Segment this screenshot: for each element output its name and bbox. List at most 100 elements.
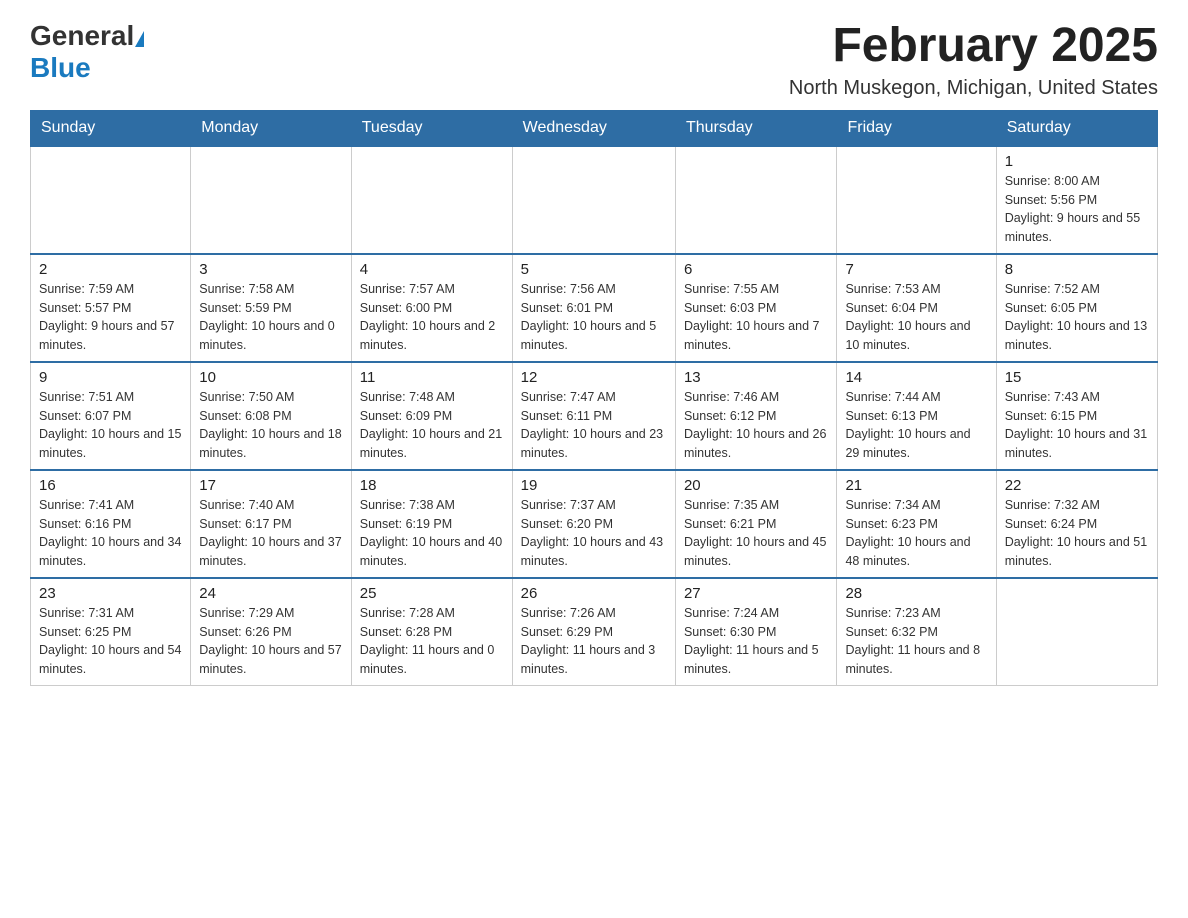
col-saturday: Saturday xyxy=(996,110,1157,146)
col-tuesday: Tuesday xyxy=(351,110,512,146)
calendar-cell: 8 Sunrise: 7:52 AMSunset: 6:05 PMDaylight… xyxy=(996,254,1157,362)
day-number: 16 xyxy=(39,477,182,494)
day-number: 8 xyxy=(1005,261,1149,278)
calendar-cell xyxy=(837,146,996,254)
month-title: February 2025 xyxy=(789,20,1158,73)
day-info: Sunrise: 7:38 AMSunset: 6:19 PMDaylight:… xyxy=(360,496,504,571)
day-number: 12 xyxy=(521,369,667,386)
day-number: 4 xyxy=(360,261,504,278)
col-monday: Monday xyxy=(191,110,352,146)
calendar-cell: 16 Sunrise: 7:41 AMSunset: 6:16 PMDayligh… xyxy=(31,470,191,578)
day-number: 15 xyxy=(1005,369,1149,386)
calendar-cell: 21 Sunrise: 7:34 AMSunset: 6:23 PMDayligh… xyxy=(837,470,996,578)
col-thursday: Thursday xyxy=(675,110,837,146)
calendar-cell: 27 Sunrise: 7:24 AMSunset: 6:30 PMDayligh… xyxy=(675,578,837,686)
calendar-cell: 22 Sunrise: 7:32 AMSunset: 6:24 PMDayligh… xyxy=(996,470,1157,578)
day-info: Sunrise: 7:58 AMSunset: 5:59 PMDaylight:… xyxy=(199,280,343,355)
day-info: Sunrise: 7:24 AMSunset: 6:30 PMDaylight:… xyxy=(684,604,829,679)
day-number: 28 xyxy=(845,585,987,602)
day-info: Sunrise: 7:34 AMSunset: 6:23 PMDaylight:… xyxy=(845,496,987,571)
day-number: 25 xyxy=(360,585,504,602)
day-info: Sunrise: 7:59 AMSunset: 5:57 PMDaylight:… xyxy=(39,280,182,355)
calendar-cell: 14 Sunrise: 7:44 AMSunset: 6:13 PMDayligh… xyxy=(837,362,996,470)
day-info: Sunrise: 7:52 AMSunset: 6:05 PMDaylight:… xyxy=(1005,280,1149,355)
calendar-cell: 4 Sunrise: 7:57 AMSunset: 6:00 PMDaylight… xyxy=(351,254,512,362)
logo-blue-text: Blue xyxy=(30,52,91,83)
calendar-cell: 18 Sunrise: 7:38 AMSunset: 6:19 PMDayligh… xyxy=(351,470,512,578)
day-info: Sunrise: 7:32 AMSunset: 6:24 PMDaylight:… xyxy=(1005,496,1149,571)
day-number: 24 xyxy=(199,585,343,602)
day-number: 5 xyxy=(521,261,667,278)
calendar-week-row: 9Sunrise: 7:51 AMSunset: 6:07 PMDaylight… xyxy=(31,362,1158,470)
calendar-cell: 7Sunrise: 7:53 AMSunset: 6:04 PMDaylight… xyxy=(837,254,996,362)
day-number: 21 xyxy=(845,477,987,494)
calendar-cell: 24 Sunrise: 7:29 AMSunset: 6:26 PMDayligh… xyxy=(191,578,352,686)
page-header: General Blue February 2025 North Muskego… xyxy=(30,20,1158,100)
calendar-table: Sunday Monday Tuesday Wednesday Thursday… xyxy=(30,110,1158,686)
day-info: Sunrise: 7:23 AMSunset: 6:32 PMDaylight:… xyxy=(845,604,987,679)
calendar-cell: 2 Sunrise: 7:59 AMSunset: 5:57 PMDaylight… xyxy=(31,254,191,362)
day-number: 22 xyxy=(1005,477,1149,494)
day-number: 19 xyxy=(521,477,667,494)
day-info: Sunrise: 7:48 AMSunset: 6:09 PMDaylight:… xyxy=(360,388,504,463)
calendar-cell: 26Sunrise: 7:26 AMSunset: 6:29 PMDayligh… xyxy=(512,578,675,686)
day-number: 6 xyxy=(684,261,829,278)
calendar-cell xyxy=(351,146,512,254)
day-number: 27 xyxy=(684,585,829,602)
calendar-cell: 10 Sunrise: 7:50 AMSunset: 6:08 PMDayligh… xyxy=(191,362,352,470)
day-info: Sunrise: 7:41 AMSunset: 6:16 PMDaylight:… xyxy=(39,496,182,571)
calendar-cell xyxy=(675,146,837,254)
calendar-cell: 23Sunrise: 7:31 AMSunset: 6:25 PMDayligh… xyxy=(31,578,191,686)
calendar-cell: 6Sunrise: 7:55 AMSunset: 6:03 PMDaylight… xyxy=(675,254,837,362)
calendar-cell xyxy=(512,146,675,254)
day-number: 3 xyxy=(199,261,343,278)
calendar-cell: 11 Sunrise: 7:48 AMSunset: 6:09 PMDayligh… xyxy=(351,362,512,470)
day-number: 14 xyxy=(845,369,987,386)
day-info: Sunrise: 7:35 AMSunset: 6:21 PMDaylight:… xyxy=(684,496,829,571)
day-info: Sunrise: 7:31 AMSunset: 6:25 PMDaylight:… xyxy=(39,604,182,679)
day-info: Sunrise: 7:57 AMSunset: 6:00 PMDaylight:… xyxy=(360,280,504,355)
day-number: 18 xyxy=(360,477,504,494)
day-number: 26 xyxy=(521,585,667,602)
calendar-cell: 20Sunrise: 7:35 AMSunset: 6:21 PMDayligh… xyxy=(675,470,837,578)
logo-triangle-icon xyxy=(135,31,144,47)
location-subtitle: North Muskegon, Michigan, United States xyxy=(789,77,1158,100)
logo: General Blue xyxy=(30,20,144,84)
day-number: 9 xyxy=(39,369,182,386)
title-block: February 2025 North Muskegon, Michigan, … xyxy=(789,20,1158,100)
day-info: Sunrise: 7:47 AMSunset: 6:11 PMDaylight:… xyxy=(521,388,667,463)
calendar-cell: 3 Sunrise: 7:58 AMSunset: 5:59 PMDaylight… xyxy=(191,254,352,362)
calendar-cell: 5 Sunrise: 7:56 AMSunset: 6:01 PMDaylight… xyxy=(512,254,675,362)
logo-general-text: General xyxy=(30,20,134,52)
calendar-week-row: 1Sunrise: 8:00 AMSunset: 5:56 PMDaylight… xyxy=(31,146,1158,254)
day-number: 17 xyxy=(199,477,343,494)
calendar-cell xyxy=(31,146,191,254)
day-info: Sunrise: 7:43 AMSunset: 6:15 PMDaylight:… xyxy=(1005,388,1149,463)
calendar-cell: 28 Sunrise: 7:23 AMSunset: 6:32 PMDayligh… xyxy=(837,578,996,686)
day-info: Sunrise: 8:00 AMSunset: 5:56 PMDaylight:… xyxy=(1005,172,1149,247)
col-sunday: Sunday xyxy=(31,110,191,146)
day-number: 11 xyxy=(360,369,504,386)
day-number: 2 xyxy=(39,261,182,278)
calendar-cell xyxy=(191,146,352,254)
day-number: 10 xyxy=(199,369,343,386)
day-info: Sunrise: 7:46 AMSunset: 6:12 PMDaylight:… xyxy=(684,388,829,463)
day-number: 13 xyxy=(684,369,829,386)
calendar-cell: 12 Sunrise: 7:47 AMSunset: 6:11 PMDayligh… xyxy=(512,362,675,470)
calendar-cell: 19 Sunrise: 7:37 AMSunset: 6:20 PMDayligh… xyxy=(512,470,675,578)
day-info: Sunrise: 7:50 AMSunset: 6:08 PMDaylight:… xyxy=(199,388,343,463)
day-info: Sunrise: 7:40 AMSunset: 6:17 PMDaylight:… xyxy=(199,496,343,571)
col-wednesday: Wednesday xyxy=(512,110,675,146)
calendar-cell: 17 Sunrise: 7:40 AMSunset: 6:17 PMDayligh… xyxy=(191,470,352,578)
calendar-week-row: 16 Sunrise: 7:41 AMSunset: 6:16 PMDayligh… xyxy=(31,470,1158,578)
calendar-cell: 25Sunrise: 7:28 AMSunset: 6:28 PMDayligh… xyxy=(351,578,512,686)
col-friday: Friday xyxy=(837,110,996,146)
calendar-week-row: 2 Sunrise: 7:59 AMSunset: 5:57 PMDaylight… xyxy=(31,254,1158,362)
calendar-cell: 13 Sunrise: 7:46 AMSunset: 6:12 PMDayligh… xyxy=(675,362,837,470)
day-info: Sunrise: 7:37 AMSunset: 6:20 PMDaylight:… xyxy=(521,496,667,571)
day-info: Sunrise: 7:44 AMSunset: 6:13 PMDaylight:… xyxy=(845,388,987,463)
day-info: Sunrise: 7:29 AMSunset: 6:26 PMDaylight:… xyxy=(199,604,343,679)
calendar-cell xyxy=(996,578,1157,686)
day-info: Sunrise: 7:56 AMSunset: 6:01 PMDaylight:… xyxy=(521,280,667,355)
calendar-cell: 1Sunrise: 8:00 AMSunset: 5:56 PMDaylight… xyxy=(996,146,1157,254)
